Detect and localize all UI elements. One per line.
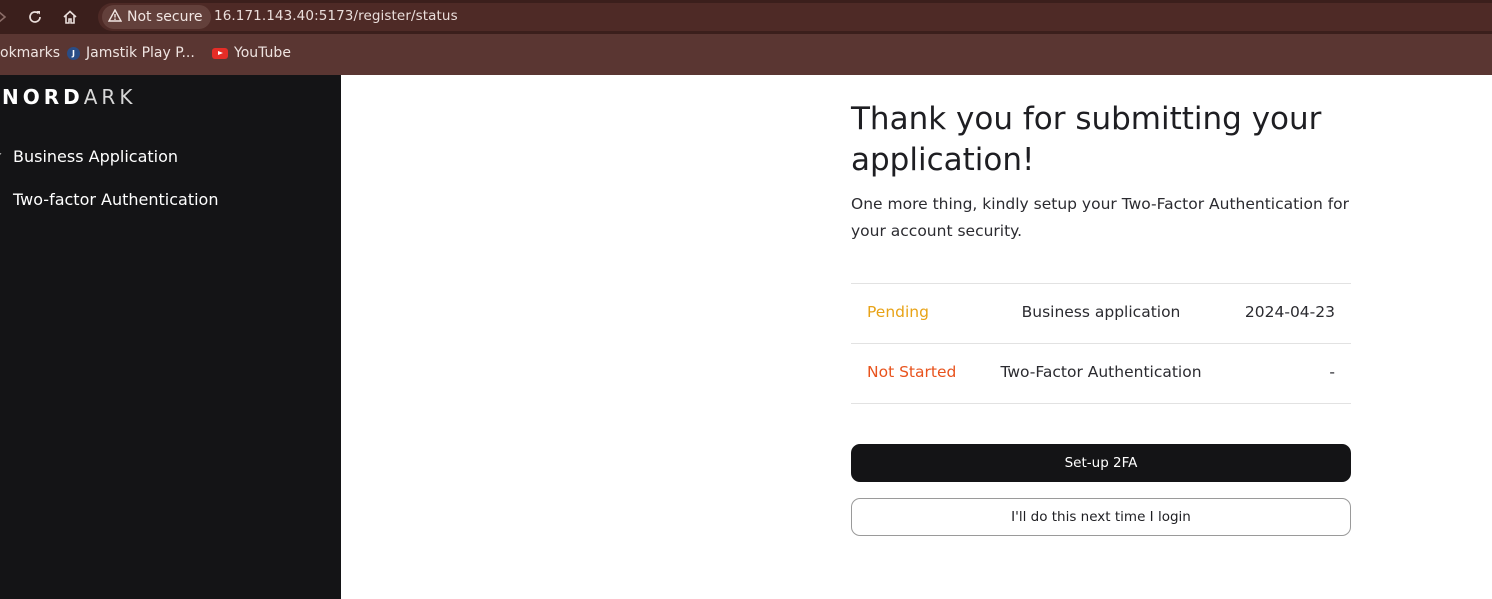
sidebar-step-business-application[interactable]: ✓ Business Application (0, 147, 178, 166)
page-title: Thank you for submitting your applicatio… (851, 101, 1322, 178)
logo-bold-text: NORD (2, 85, 84, 109)
main-panel: Thank you for submitting your applicatio… (341, 75, 1492, 599)
bookmark-jamstik[interactable]: J Jamstik Play P... (67, 45, 195, 61)
logo: NORDARK (2, 85, 136, 109)
sidebar-step-two-factor[interactable]: › Two-factor Authentication (0, 190, 218, 209)
step-label: Business Application (13, 147, 179, 166)
row-date: 2024-04-23 (1244, 303, 1335, 321)
security-label: Not secure (127, 9, 203, 25)
jamstik-favicon-icon: J (67, 46, 80, 60)
row-name: Two-Factor Authentication (1000, 363, 1202, 381)
skip-2fa-button[interactable]: I'll do this next time I login (851, 498, 1351, 536)
url-text[interactable]: 16.171.143.40:5173/register/status (214, 8, 458, 24)
forward-icon[interactable] (0, 5, 14, 29)
browser-toolbar: Not secure 16.171.143.40:5173/register/s… (0, 0, 1492, 34)
setup-2fa-button[interactable]: Set-up 2FA (851, 444, 1351, 482)
sidebar: NORDARK ✓ Business Application › Two-fac… (0, 75, 341, 599)
row-date: - (1329, 363, 1335, 381)
bookmark-youtube[interactable]: YouTube (212, 45, 291, 61)
security-chip[interactable]: Not secure (102, 5, 211, 29)
home-icon[interactable] (58, 5, 82, 29)
bookmark-label: okmarks (0, 45, 61, 61)
chevron-right-icon: › (0, 193, 13, 206)
address-bar[interactable]: Not secure 16.171.143.40:5173/register/s… (98, 3, 1492, 31)
table-row: Pending Business application 2024-04-23 (851, 284, 1351, 344)
logo-light-text: ARK (83, 85, 137, 109)
table-row: Not Started Two-Factor Authentication - (851, 344, 1351, 404)
status-table: Pending Business application 2024-04-23 … (851, 283, 1351, 404)
bookmark-all-bookmarks[interactable]: okmarks (0, 45, 60, 61)
page-description: One more thing, kindly setup your Two-Fa… (851, 195, 1350, 240)
youtube-favicon-icon (212, 47, 228, 59)
warning-icon (107, 8, 123, 26)
reload-icon[interactable] (23, 5, 47, 29)
bookmark-label: Jamstik Play P... (86, 45, 195, 61)
bookmarks-bar: okmarks J Jamstik Play P... YouTube (0, 34, 1492, 75)
step-label: Two-factor Authentication (13, 190, 219, 209)
bookmark-label: YouTube (234, 45, 291, 61)
check-icon: ✓ (0, 150, 13, 163)
